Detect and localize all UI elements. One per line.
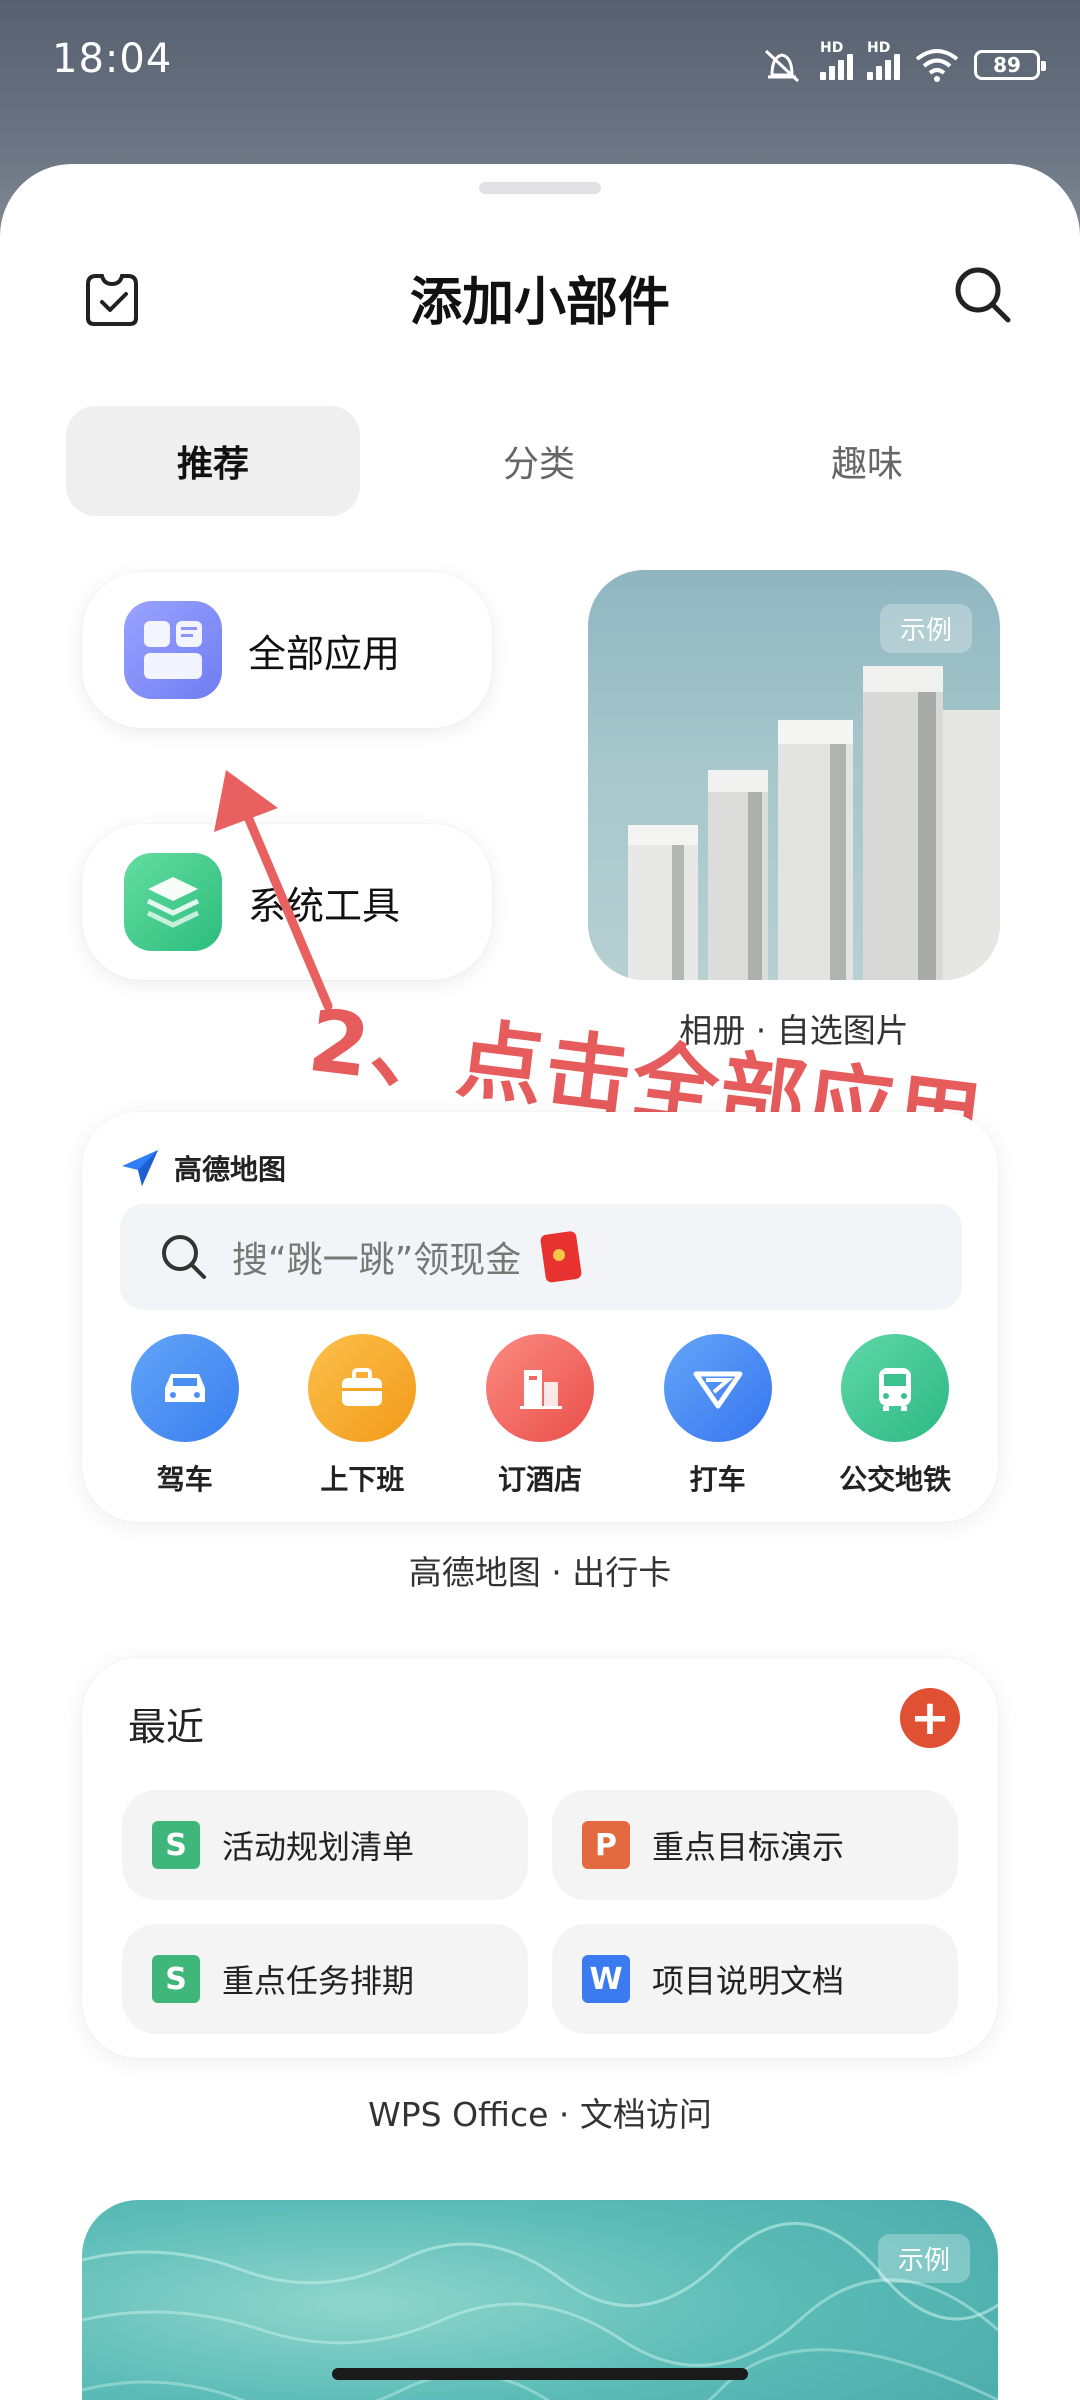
- tab-recommended[interactable]: 推荐: [66, 406, 360, 516]
- doc-name: 重点目标演示: [652, 1828, 845, 1866]
- signal-2-icon: HD: [867, 40, 900, 80]
- amap-brand: 高德地图: [120, 1148, 286, 1188]
- amap-widget-caption: 高德地图 · 出行卡: [408, 1553, 672, 1592]
- status-icons: HD HD 89: [758, 40, 1046, 90]
- add-widget-sheet: 添加小部件 推荐 分类 趣味 全部应用 系统工具 示例 相册 · 自选图片 2、…: [0, 164, 1080, 2400]
- wps-widget-caption: WPS Office · 文档访问: [368, 2095, 712, 2134]
- doc-name: 活动规划清单: [222, 1828, 415, 1866]
- sample-badge: 示例: [879, 604, 972, 653]
- presentation-icon: P: [582, 1821, 630, 1869]
- status-time: 18:04: [52, 36, 173, 82]
- widget-photo[interactable]: 示例: [588, 570, 1000, 980]
- amap-action-label: 公交地铁: [839, 1463, 952, 1496]
- amap-logo-icon: [122, 1150, 158, 1186]
- widget-all-apps-label: 全部应用: [248, 631, 401, 676]
- wps-doc-item[interactable]: S 重点任务排期: [122, 1924, 528, 2034]
- mute-alarm-icon: [764, 49, 800, 83]
- wps-doc-item[interactable]: W 项目说明文档: [552, 1924, 958, 2034]
- wifi-icon: [915, 49, 959, 82]
- home-indicator[interactable]: [332, 2368, 748, 2380]
- status-bar: 18:04 HD HD 89: [0, 0, 1080, 130]
- amap-action-hotel[interactable]: 订酒店: [460, 1334, 620, 1498]
- amap-search-text: 搜“跳一跳”领现金: [232, 1240, 522, 1281]
- wps-doc-item[interactable]: S 活动规划清单: [122, 1790, 528, 1900]
- amap-actions: 驾车 上下班 订酒店 打车 公交地铁: [82, 1334, 998, 1498]
- doc-name: 重点任务排期: [222, 1962, 415, 2000]
- all-apps-icon: [124, 601, 222, 699]
- taxi-icon: [663, 1334, 772, 1442]
- bus-icon: [841, 1334, 950, 1442]
- battery-icon: 89: [974, 50, 1046, 80]
- search-icon: [162, 1235, 206, 1279]
- widget-amap[interactable]: 高德地图 搜“跳一跳”领现金 驾车 上下班 订酒店 打车 公交地铁: [82, 1112, 998, 1522]
- add-icon[interactable]: +: [900, 1688, 960, 1748]
- car-icon: [130, 1334, 239, 1442]
- document-icon: W: [582, 1955, 630, 2003]
- amap-brand-label: 高德地图: [174, 1153, 287, 1186]
- tab-bar: 推荐 分类 趣味: [66, 406, 1016, 516]
- amap-search-bar[interactable]: 搜“跳一跳”领现金: [120, 1204, 962, 1310]
- wps-recent-title: 最近: [128, 1705, 205, 1749]
- wps-doc-item[interactable]: P 重点目标演示: [552, 1790, 958, 1900]
- page-title: 添加小部件: [409, 273, 670, 333]
- widget-all-apps[interactable]: 全部应用: [82, 572, 492, 728]
- signal-1-icon: HD: [820, 40, 853, 80]
- widget-wps[interactable]: 最近 + S 活动规划清单 P 重点目标演示 S 重点任务排期 W 项目说明文档: [82, 1658, 998, 2058]
- tab-category[interactable]: 分类: [360, 406, 718, 516]
- spreadsheet-icon: S: [152, 1821, 200, 1869]
- red-envelope-icon: [540, 1231, 582, 1283]
- amap-action-transit[interactable]: 公交地铁: [815, 1334, 975, 1498]
- amap-action-commute[interactable]: 上下班: [282, 1334, 442, 1498]
- spreadsheet-icon: S: [152, 1955, 200, 2003]
- tab-fun[interactable]: 趣味: [718, 406, 1016, 516]
- amap-action-label: 订酒店: [497, 1463, 582, 1496]
- amap-action-label: 打车: [689, 1463, 746, 1496]
- doc-name: 项目说明文档: [652, 1962, 845, 2000]
- amap-action-taxi[interactable]: 打车: [638, 1334, 798, 1498]
- amap-action-label: 驾车: [156, 1463, 213, 1496]
- amap-action-label: 上下班: [320, 1463, 405, 1496]
- amap-action-drive[interactable]: 驾车: [105, 1334, 265, 1498]
- sheet-grabber[interactable]: [479, 182, 601, 194]
- sample-badge: 示例: [877, 2234, 970, 2283]
- hotel-icon: [485, 1334, 594, 1442]
- search-icon[interactable]: [948, 260, 1016, 328]
- briefcase-icon: [308, 1334, 417, 1442]
